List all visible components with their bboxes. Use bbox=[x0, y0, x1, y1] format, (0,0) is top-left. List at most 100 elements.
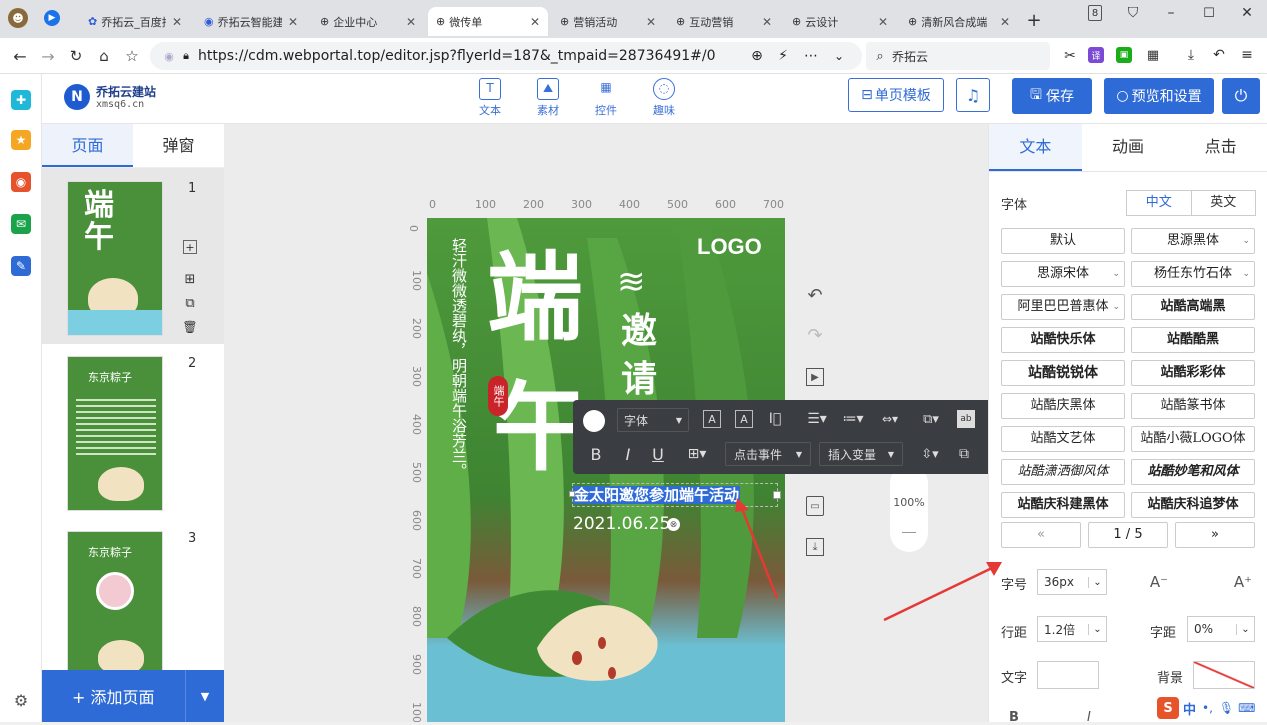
close-icon[interactable]: ✕ bbox=[288, 15, 298, 29]
zoom-minus-icon[interactable] bbox=[902, 532, 916, 533]
font-option[interactable]: 站酷庆科追梦体 bbox=[1131, 492, 1255, 518]
page-thumbnail-1[interactable]: 端午 bbox=[67, 181, 163, 336]
bookmark-star-icon[interactable]: ☆ bbox=[122, 46, 142, 66]
add-page-icon[interactable]: + bbox=[183, 240, 197, 254]
poster-logo[interactable]: LOGO bbox=[697, 234, 762, 260]
text-color-picker[interactable] bbox=[1037, 661, 1099, 689]
font-option[interactable]: 杨任东竹石体 ⌄ bbox=[1131, 261, 1255, 287]
zoom-icon[interactable]: ⊕ bbox=[748, 47, 766, 65]
back-icon[interactable]: ← bbox=[10, 46, 30, 66]
font-prev-page-button[interactable]: « bbox=[1001, 522, 1081, 548]
tab-click[interactable]: 点击 bbox=[1174, 124, 1267, 171]
caret-down-icon[interactable]: ▼ bbox=[186, 690, 224, 703]
scissors-icon[interactable]: ✂ bbox=[1060, 46, 1080, 66]
play-icon[interactable]: ▶ bbox=[806, 368, 824, 386]
lang-chinese[interactable]: 中文 bbox=[1127, 191, 1192, 215]
tab-popups[interactable]: 弹窗 bbox=[133, 124, 224, 167]
reload-icon[interactable]: ↻ bbox=[66, 46, 86, 66]
font-option[interactable]: 站酷庆黑体 bbox=[1001, 393, 1125, 419]
lightning-icon[interactable]: ⚡ bbox=[774, 47, 792, 65]
align-icon[interactable]: ☰▾ bbox=[803, 410, 831, 428]
close-icon[interactable]: ✕ bbox=[762, 15, 772, 29]
ime-toolbar[interactable]: S 中 •, 🎙︎ ⌨ bbox=[1157, 696, 1267, 720]
lang-english[interactable]: 英文 bbox=[1192, 191, 1256, 215]
font-option[interactable]: 默认 bbox=[1001, 228, 1125, 254]
power-button[interactable]: ⏻ bbox=[1222, 78, 1260, 114]
font-language-toggle[interactable]: 中文 英文 bbox=[1126, 190, 1256, 216]
browser-tab-6[interactable]: ⊕ 互动营销 ✕ bbox=[668, 7, 780, 36]
close-icon[interactable]: ✕ bbox=[172, 15, 182, 29]
border-icon[interactable]: ⊞▾ bbox=[681, 444, 713, 464]
app-logo[interactable]: N 乔拓云建站 xmsq6.cn bbox=[64, 82, 184, 116]
shirt-icon[interactable]: ⛉ bbox=[1124, 4, 1142, 22]
tool-widget[interactable]: ▦ 控件 bbox=[586, 78, 626, 118]
zoom-slider[interactable]: 100% bbox=[890, 464, 928, 552]
spacing-icon[interactable]: ⇔▾ bbox=[875, 410, 905, 428]
resize-handle-left[interactable] bbox=[569, 491, 575, 497]
background-color-picker[interactable] bbox=[1193, 661, 1255, 689]
close-icon[interactable]: ✕ bbox=[646, 15, 656, 29]
increase-font-icon[interactable]: A⁺ bbox=[1233, 572, 1253, 592]
browser-tab-1[interactable]: ✿ 乔拓云_百度拄 ✕ bbox=[80, 7, 190, 36]
font-option[interactable]: 阿里巴巴普惠体 ⌄ bbox=[1001, 294, 1125, 320]
apps-grid-icon[interactable]: ▦ bbox=[1144, 46, 1162, 64]
tool-fun[interactable]: ◌ 趣味 bbox=[644, 78, 684, 118]
save-button[interactable]: 🖫︎ 保存 bbox=[1012, 78, 1092, 114]
delete-page-icon[interactable]: 🗑︎ bbox=[182, 320, 197, 334]
browser-tab-3[interactable]: ⊕ 企业中心 ✕ bbox=[312, 7, 424, 36]
browser-tab-4[interactable]: ⊕ 微传单 ✕ bbox=[428, 7, 548, 36]
font-option[interactable]: 站酷潇洒御风体 bbox=[1001, 459, 1125, 485]
font-size-down-icon[interactable]: A bbox=[735, 410, 753, 428]
font-option[interactable]: 站酷文艺体 bbox=[1001, 426, 1125, 452]
vertical-align-icon[interactable]: ⇳▾ bbox=[915, 444, 945, 464]
italic-icon[interactable]: I bbox=[619, 444, 637, 464]
browser-tab-8[interactable]: ⊕ 清新风合成端 ✕ bbox=[900, 7, 1018, 36]
font-option[interactable]: 站酷小薇LOGO体 bbox=[1131, 426, 1255, 452]
settings-gear-icon[interactable]: ⚙ bbox=[11, 690, 31, 710]
maximize-icon[interactable]: ☐ bbox=[1200, 4, 1218, 22]
underline-icon[interactable]: U bbox=[649, 444, 667, 464]
font-option[interactable]: 站酷酷黑 bbox=[1131, 327, 1255, 353]
download-icon[interactable]: ⤓ bbox=[1182, 46, 1200, 64]
font-option[interactable]: 站酷篆书体 bbox=[1131, 393, 1255, 419]
poster-invite[interactable]: 邀请 bbox=[621, 308, 665, 404]
download-icon[interactable]: ⤓ bbox=[806, 538, 824, 556]
font-option[interactable]: 站酷彩彩体 bbox=[1131, 360, 1255, 386]
note-icon[interactable]: ✎ bbox=[11, 256, 31, 276]
weibo-icon[interactable]: ◉ bbox=[11, 172, 31, 192]
layer-icon[interactable]: ⧉▾ bbox=[917, 410, 945, 428]
mail-icon[interactable]: ✉ bbox=[11, 214, 31, 234]
close-icon[interactable]: ✕ bbox=[878, 15, 888, 29]
close-icon[interactable]: ✕ bbox=[530, 15, 540, 29]
music-button[interactable]: ♫ bbox=[956, 78, 990, 112]
color-picker-button[interactable] bbox=[583, 410, 605, 432]
phone-preview-icon[interactable]: ▭ bbox=[806, 496, 824, 516]
poster-date[interactable]: 2021.06.25 bbox=[573, 514, 670, 534]
tool-text[interactable]: T 文本 bbox=[470, 78, 510, 118]
wechat-icon[interactable]: ▣ bbox=[1116, 47, 1132, 63]
favorites-star-icon[interactable]: ★ bbox=[11, 130, 31, 150]
tab-text[interactable]: 文本 bbox=[989, 124, 1082, 171]
text-height-icon[interactable]: I⃒ bbox=[765, 410, 785, 428]
text-bg-icon[interactable]: ab bbox=[957, 410, 975, 428]
close-window-icon[interactable]: ✕ bbox=[1238, 4, 1256, 22]
copy-icon[interactable]: ⧉ bbox=[955, 444, 973, 464]
font-option[interactable]: 站酷快乐体 bbox=[1001, 327, 1125, 353]
click-event-select[interactable]: 点击事件 ▼ bbox=[725, 442, 811, 466]
copy-page-icon[interactable]: ⧉ bbox=[183, 296, 197, 311]
tab-animation[interactable]: 动画 bbox=[1082, 124, 1175, 171]
new-tab-button[interactable]: + bbox=[1024, 10, 1044, 31]
font-next-page-button[interactable]: » bbox=[1175, 522, 1255, 548]
tab-count-badge[interactable]: 8 bbox=[1088, 5, 1102, 21]
bold-icon[interactable]: B bbox=[1009, 710, 1019, 725]
browser-tab-7[interactable]: ⊕ 云设计 ✕ bbox=[784, 7, 896, 36]
browser-tab-2[interactable]: ◉ 乔拓云智能建 ✕ bbox=[196, 7, 306, 36]
bold-icon[interactable]: B bbox=[587, 444, 605, 464]
font-family-select[interactable]: 字体 ▼ bbox=[617, 408, 689, 432]
browser-tab-5[interactable]: ⊕ 营销活动 ✕ bbox=[552, 7, 664, 36]
poster-badge[interactable]: 端午 bbox=[488, 376, 508, 416]
font-option[interactable]: 站酷高端黑 bbox=[1131, 294, 1255, 320]
home-icon[interactable]: ⌂ bbox=[94, 46, 114, 66]
font-option[interactable]: 站酷妙笔和风体 bbox=[1131, 459, 1255, 485]
undo-icon[interactable]: ↶ bbox=[804, 284, 826, 306]
